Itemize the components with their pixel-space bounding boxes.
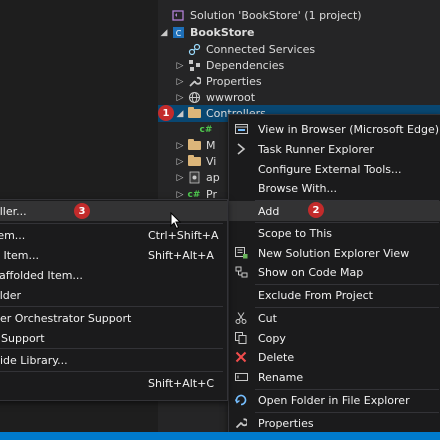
wrench-icon xyxy=(229,417,253,429)
tree-item-solution[interactable]: Solution 'BookStore' (1 project) xyxy=(158,7,440,24)
tree-item-label: Connected Services xyxy=(206,43,316,56)
submenu-item-existing-item[interactable]: g Item... Shift+Alt+A xyxy=(0,245,227,265)
menu-item-new-solution-explorer-view[interactable]: New Solution Explorer View xyxy=(229,243,440,263)
menu-item-exclude-from-project[interactable]: Exclude From Project xyxy=(229,285,440,305)
tree-item-label: BookStore xyxy=(190,26,255,39)
folder-icon xyxy=(186,155,202,169)
tree-item-label: M xyxy=(206,139,216,152)
tree-item-label: Solution 'BookStore' (1 project) xyxy=(190,9,362,22)
tree-item-label: Dependencies xyxy=(206,59,285,72)
expand-arrow-icon[interactable]: ▷ xyxy=(174,61,186,71)
step-badge-1: 1 xyxy=(158,105,174,121)
expand-arrow-icon[interactable]: ◢ xyxy=(158,28,170,38)
menu-item-rename[interactable]: Rename xyxy=(229,367,440,387)
csharp-file-icon: c# xyxy=(199,124,213,135)
svg-text:C: C xyxy=(175,29,181,38)
menu-item-cut[interactable]: Cut xyxy=(229,308,440,328)
expand-arrow-icon[interactable]: ▷ xyxy=(174,157,186,167)
code-map-icon xyxy=(229,266,253,278)
menu-item-properties[interactable]: Properties xyxy=(229,413,440,433)
expand-arrow-icon[interactable]: ◢ xyxy=(174,109,186,119)
submenu-item-class[interactable]: Shift+Alt+C xyxy=(0,373,227,393)
new-view-icon xyxy=(229,247,253,259)
menu-item-show-on-code-map[interactable]: Show on Code Map xyxy=(229,262,440,282)
dependencies-icon xyxy=(186,59,202,73)
csharp-project-icon: C xyxy=(170,26,186,40)
connected-services-icon xyxy=(186,43,202,57)
expand-arrow-icon[interactable]: ▷ xyxy=(174,93,186,103)
expand-arrow-icon[interactable]: ▷ xyxy=(174,141,186,151)
menu-separator xyxy=(0,223,223,224)
menu-item-task-runner[interactable]: Task Runner Explorer xyxy=(229,139,440,159)
tree-item-wwwroot[interactable]: ▷ wwwroot xyxy=(158,89,440,106)
browser-icon xyxy=(229,123,253,135)
delete-x-icon xyxy=(229,351,253,363)
tree-item-connected-services[interactable]: Connected Services xyxy=(158,41,440,58)
scissors-icon xyxy=(229,312,253,324)
expand-arrow-icon[interactable]: ▷ xyxy=(174,173,186,183)
tree-item-label: Properties xyxy=(206,75,262,88)
status-bar xyxy=(0,432,440,440)
step-badge-2: 2 xyxy=(308,202,324,218)
menu-separator xyxy=(0,306,223,307)
context-menu: View in Browser (Microsoft Edge) Task Ru… xyxy=(228,114,440,434)
add-submenu: oller... tem... Ctrl+Shift+A g Item... S… xyxy=(0,199,228,401)
wrench-icon xyxy=(186,75,202,89)
settings-file-icon xyxy=(186,171,202,185)
submenu-item-controller[interactable]: oller... xyxy=(0,201,227,221)
submenu-item-new-folder[interactable]: older xyxy=(0,285,227,305)
submenu-item-container-orchestrator-support[interactable]: ner Orchestrator Support xyxy=(0,308,227,328)
menu-separator xyxy=(0,348,223,349)
submenu-item-new-scaffolded-item[interactable]: caffolded Item... xyxy=(0,265,227,285)
menu-item-view-in-browser[interactable]: View in Browser (Microsoft Edge) xyxy=(229,119,440,139)
menu-item-copy[interactable]: Copy xyxy=(229,328,440,348)
expand-arrow-icon[interactable]: ▷ xyxy=(174,190,186,200)
folder-icon xyxy=(186,107,202,121)
menu-item-open-folder-in-file-explorer[interactable]: Open Folder in File Explorer xyxy=(229,390,440,410)
copy-icon xyxy=(229,332,253,344)
task-runner-icon xyxy=(229,143,253,155)
rename-icon xyxy=(229,372,253,382)
tree-item-label: wwwroot xyxy=(206,91,256,104)
tree-item-label: Vi xyxy=(206,155,217,168)
step-badge-3: 3 xyxy=(74,203,90,219)
submenu-item-client-side-library[interactable]: Side Library... xyxy=(0,350,227,370)
mouse-cursor-icon xyxy=(170,212,182,230)
tree-item-project[interactable]: ◢ C BookStore xyxy=(158,24,440,41)
menu-item-scope-to-this[interactable]: Scope to This xyxy=(229,223,440,243)
menu-item-browse-with[interactable]: Browse With... xyxy=(229,178,440,198)
editor-area xyxy=(0,0,158,200)
globe-icon xyxy=(186,91,202,105)
tree-item-dependencies[interactable]: ▷ Dependencies xyxy=(158,57,440,74)
tree-item-properties[interactable]: ▷ Properties xyxy=(158,73,440,90)
refresh-arrow-icon xyxy=(229,394,253,406)
menu-item-add[interactable]: Add xyxy=(229,201,440,221)
menu-separator xyxy=(0,371,223,372)
menu-item-configure-external-tools[interactable]: Configure External Tools... xyxy=(229,159,440,179)
submenu-item-docker-support[interactable]: r Support xyxy=(0,328,227,348)
folder-icon xyxy=(186,139,202,153)
menu-item-delete[interactable]: Delete xyxy=(229,347,440,367)
solution-icon xyxy=(170,9,186,23)
submenu-item-new-item[interactable]: tem... Ctrl+Shift+A xyxy=(0,225,227,245)
tree-item-label: ap xyxy=(206,171,220,184)
expand-arrow-icon[interactable]: ▷ xyxy=(174,77,186,87)
